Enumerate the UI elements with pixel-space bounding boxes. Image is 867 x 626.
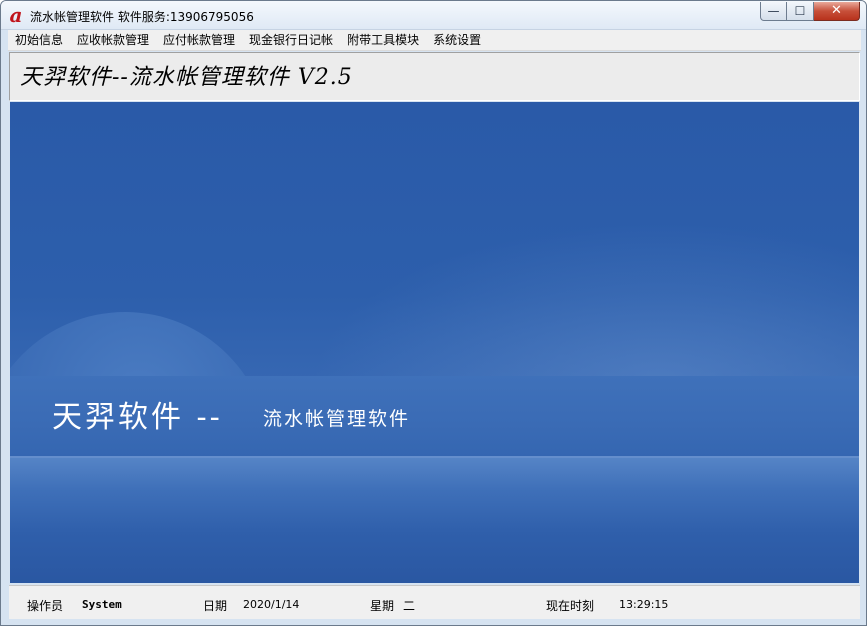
menu-initial-info[interactable]: 初始信息 xyxy=(8,30,70,50)
decorative-lower-gradient xyxy=(10,458,859,583)
header-banner: 天羿软件--流水帐管理软件 V2.5 xyxy=(9,52,860,101)
minimize-icon: — xyxy=(767,4,780,18)
close-icon: ✕ xyxy=(831,3,842,18)
menu-cash-bank-journal[interactable]: 现金银行日记帐 xyxy=(242,30,340,50)
menu-payables[interactable]: 应付帐款管理 xyxy=(156,30,242,50)
minimize-button[interactable]: — xyxy=(760,2,787,21)
header-title: 天羿软件--流水帐管理软件 V2.5 xyxy=(20,65,353,90)
splash-subtitle: 流水帐管理软件 xyxy=(263,408,411,430)
window-controls: — ☐ ✕ xyxy=(760,2,860,22)
menu-system-settings[interactable]: 系统设置 xyxy=(426,30,488,50)
maximize-icon: ☐ xyxy=(794,4,806,18)
title-bar[interactable]: a 流水帐管理软件 软件服务:13906795056 — ☐ ✕ xyxy=(1,1,866,30)
weekday-label: 星期 xyxy=(370,599,395,613)
weekday-value: 二 xyxy=(403,599,416,613)
close-button[interactable]: ✕ xyxy=(814,2,860,21)
operator-value: System xyxy=(82,598,122,611)
status-bar: 操作员 System 日期 2020/1/14 星期 二 现在时刻 13:29:… xyxy=(9,585,860,619)
menu-bar: 初始信息 应收帐款管理 应付帐款管理 现金银行日记帐 附带工具模块 系统设置 xyxy=(8,30,861,51)
window-title: 流水帐管理软件 软件服务:13906795056 xyxy=(30,10,254,24)
splash-panel: 天羿软件 -- 流水帐管理软件 xyxy=(10,102,859,583)
menu-receivables[interactable]: 应收帐款管理 xyxy=(70,30,156,50)
time-label: 现在时刻 xyxy=(546,599,595,613)
splash-brand: 天羿软件 -- xyxy=(52,400,223,435)
app-logo-icon[interactable]: a xyxy=(7,5,25,25)
time-value: 13:29:15 xyxy=(619,598,669,611)
date-label: 日期 xyxy=(203,599,228,613)
date-value: 2020/1/14 xyxy=(243,598,300,611)
app-window: a 流水帐管理软件 软件服务:13906795056 — ☐ ✕ 初始信息 应收… xyxy=(0,0,867,626)
operator-label: 操作员 xyxy=(27,599,64,613)
maximize-button[interactable]: ☐ xyxy=(787,2,814,21)
menu-tools[interactable]: 附带工具模块 xyxy=(340,30,426,50)
